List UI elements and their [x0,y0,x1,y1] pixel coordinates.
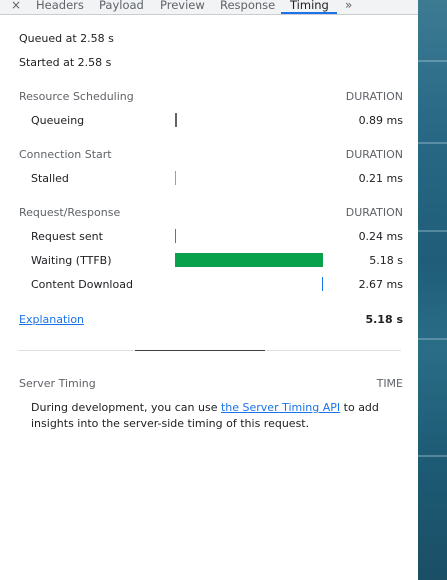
tab-response[interactable]: Response [220,0,275,13]
queueing-tick [175,113,177,127]
stalled-tick [175,171,176,185]
queueing-bar [175,113,323,127]
section-title-request-response: Request/Response [19,206,121,219]
stalled-bar [175,171,323,185]
background-streak [418,60,447,62]
duration-header: DURATION [345,206,403,219]
row-value-request-sent: 0.24 ms [358,230,403,243]
row-label-queueing: Queueing [31,114,85,127]
queued-at-text: Queued at 2.58 s [19,32,114,45]
server-timing-api-link[interactable]: the Server Timing API [221,401,340,414]
row-label-waiting-ttfb: Waiting (TTFB) [31,254,112,267]
tab-headers[interactable]: Headers [36,0,84,13]
content-download-tick [322,277,323,291]
tab-preview[interactable]: Preview [160,0,205,13]
background-streak [418,455,447,457]
waiting-ttfb-bar [175,253,323,267]
explanation-link[interactable]: Explanation [19,313,84,326]
row-value-waiting-ttfb: 5.18 s [369,254,403,267]
more-tabs-chevron-icon[interactable]: » [345,0,352,13]
section-title-connection-start: Connection Start [19,148,112,161]
background-desktop [418,0,447,580]
duration-header: DURATION [345,148,403,161]
row-value-stalled: 0.21 ms [358,172,403,185]
background-streak [418,142,447,144]
background-streak [418,230,447,232]
started-at-text: Started at 2.58 s [19,56,112,69]
server-timing-description: During development, you can use the Serv… [31,400,391,432]
waiting-ttfb-bar-track [175,253,323,267]
section-divider [135,350,265,351]
tab-payload[interactable]: Payload [99,0,144,13]
row-label-request-sent: Request sent [31,230,103,243]
close-icon[interactable]: × [11,0,21,13]
request-sent-tick [175,229,176,243]
server-timing-title: Server Timing [19,377,96,390]
request-sent-bar [175,229,323,243]
content-download-bar [175,277,323,291]
row-label-content-download: Content Download [31,278,133,291]
row-value-queueing: 0.89 ms [358,114,403,127]
time-header: TIME [376,377,403,390]
active-tab-indicator [281,12,337,14]
server-timing-desc-text-1: During development, you can use [31,401,221,414]
total-duration: 5.18 s [365,313,403,326]
section-title-resource-scheduling: Resource Scheduling [19,90,134,103]
background-streak [418,338,447,340]
row-value-content-download: 2.67 ms [358,278,403,291]
tab-bar: × Headers Payload Preview Response Timin… [0,0,418,15]
timing-panel: × Headers Payload Preview Response Timin… [0,0,418,580]
row-label-stalled: Stalled [31,172,69,185]
duration-header: DURATION [345,90,403,103]
